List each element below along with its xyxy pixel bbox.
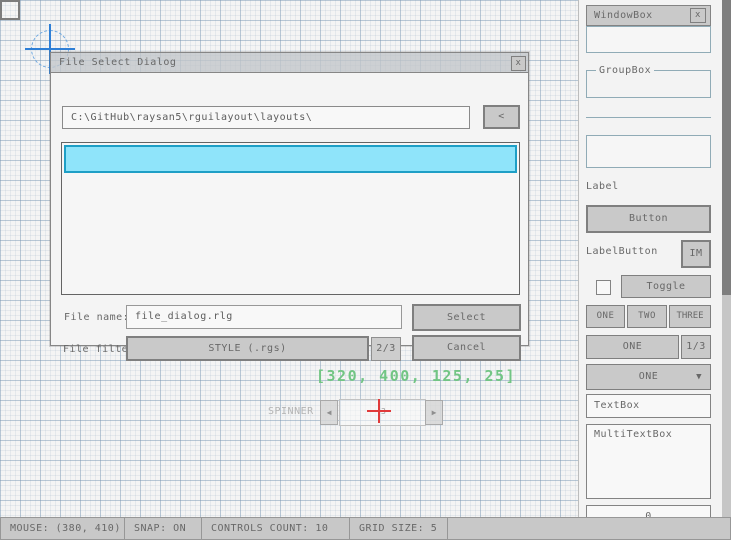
palette-panel[interactable] — [586, 135, 711, 168]
filter-count-badge[interactable]: 2/3 — [371, 337, 401, 361]
status-snap-text: SNAP: ON — [125, 518, 201, 539]
select-button[interactable]: Select — [412, 304, 521, 331]
status-bar: MOUSE: (380, 410) SNAP: ON CONTROLS COUN… — [0, 517, 731, 540]
path-value: C:\GitHub\raysan5\rguilayout\layouts\ — [71, 107, 312, 128]
close-icon[interactable]: x — [511, 56, 526, 71]
palette-groupbox-label: GroupBox — [596, 65, 654, 76]
status-empty — [447, 517, 731, 540]
palette-scrollbar-thumb[interactable] — [722, 0, 731, 295]
path-textbox[interactable]: C:\GitHub\raysan5\rguilayout\layouts\ — [62, 106, 470, 129]
palette-combobox-counter[interactable]: 1/3 — [681, 335, 711, 359]
status-controls-count-text: CONTROLS COUNT: 10 — [202, 518, 349, 539]
palette-labelbutton[interactable]: LabelButton — [586, 246, 658, 258]
control-rect-info: [320, 400, 125, 25] — [316, 367, 516, 385]
dialog-title: File Select Dialog — [59, 53, 176, 73]
status-mouse: MOUSE: (380, 410) — [0, 517, 125, 540]
status-grid-size: GRID SIZE: 5 — [349, 517, 448, 540]
palette-textbox[interactable]: TextBox — [586, 394, 711, 418]
palette-combobox[interactable]: ONE — [586, 335, 679, 359]
cancel-button[interactable]: Cancel — [412, 335, 521, 361]
file-name-label: File name: — [64, 307, 129, 329]
file-filter-button[interactable]: STYLE (.rgs) — [126, 336, 369, 361]
palette-button[interactable]: Button — [586, 205, 711, 233]
spinner-left-arrow-icon[interactable]: ◀ — [320, 400, 338, 425]
palette-dropdown-value: ONE — [639, 371, 659, 382]
palette-windowbox-close-icon[interactable]: x — [690, 8, 706, 23]
palette-line[interactable] — [586, 117, 711, 118]
palette-togglegroup-one[interactable]: ONE — [586, 305, 625, 328]
palette-textbox-value: TextBox — [594, 395, 640, 417]
palette-multitextbox-value: MultiTextBox — [594, 429, 672, 440]
layout-editor-canvas[interactable]: File Select Dialog x C:\GitHub\raysan5\r… — [0, 0, 731, 540]
palette-togglegroup-two[interactable]: TWO — [627, 305, 667, 328]
dialog-titlebar[interactable]: File Select Dialog x — [50, 52, 529, 73]
palette-togglegroup-three[interactable]: THREE — [669, 305, 711, 328]
status-mouse-text: MOUSE: (380, 410) — [1, 518, 124, 539]
palette-multitextbox[interactable]: MultiTextBox — [586, 424, 711, 499]
file-list-selected-item[interactable] — [64, 145, 517, 173]
palette-windowbox-title: WindowBox — [594, 6, 653, 25]
file-name-textbox[interactable]: file_dialog.rlg — [126, 305, 402, 329]
spinner-preview-label: SPINNER — [268, 401, 314, 423]
palette-label[interactable]: Label — [586, 181, 619, 193]
file-list-view[interactable] — [61, 142, 520, 295]
palette-toggle[interactable]: Toggle — [621, 275, 711, 298]
status-grid-size-text: GRID SIZE: 5 — [350, 518, 447, 539]
spinner-right-arrow-icon[interactable]: ▶ — [425, 400, 443, 425]
palette-windowbox-body[interactable] — [586, 26, 711, 53]
origin-reference-square — [0, 0, 20, 20]
mouse-crosshair-icon — [378, 399, 380, 423]
status-controls-count: CONTROLS COUNT: 10 — [201, 517, 350, 540]
palette-checkbox[interactable] — [596, 280, 611, 295]
file-select-dialog-window[interactable]: File Select Dialog x C:\GitHub\raysan5\r… — [50, 52, 529, 346]
status-snap: SNAP: ON — [124, 517, 202, 540]
palette-groupbox[interactable]: GroupBox — [586, 70, 711, 98]
chevron-down-icon: ▼ — [696, 365, 702, 389]
palette-dropdownbox[interactable]: ONE ▼ — [586, 364, 711, 390]
back-button[interactable]: < — [483, 105, 520, 129]
palette-imagebutton[interactable]: IM — [681, 240, 711, 268]
file-name-value: file_dialog.rlg — [135, 306, 233, 328]
dialog-body: C:\GitHub\raysan5\rguilayout\layouts\ < … — [50, 73, 529, 346]
